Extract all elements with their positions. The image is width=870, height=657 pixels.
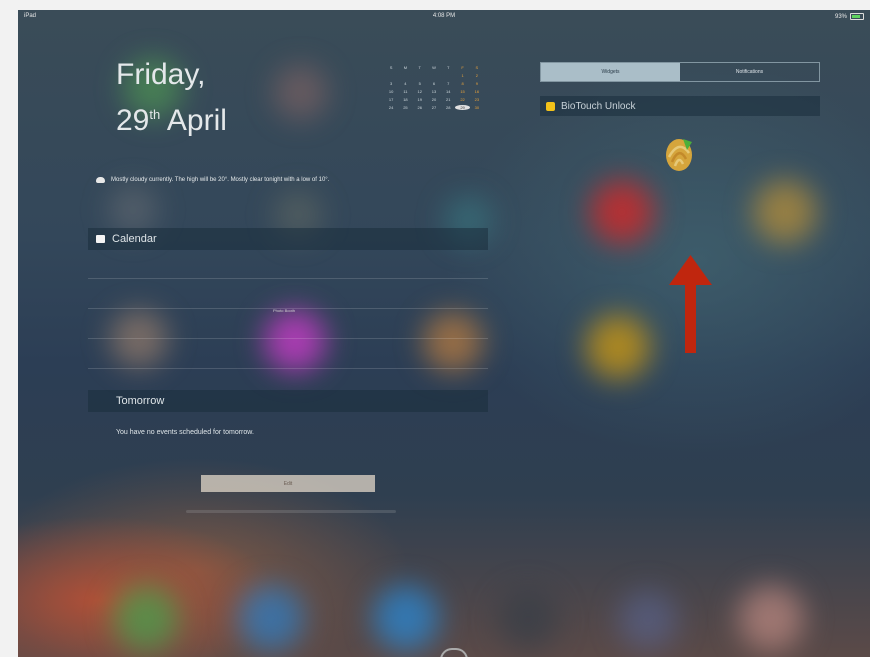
- unlock-app-icon: [546, 101, 555, 111]
- blurred-app-icon: [423, 312, 483, 372]
- calendar-day: 28: [446, 105, 451, 110]
- calendar-day: 19: [417, 97, 422, 102]
- calendar-day: S: [475, 65, 479, 70]
- blurred-app-icon: [753, 180, 817, 244]
- calendar-day: 12: [417, 89, 422, 94]
- blurred-app-icon: [586, 315, 650, 379]
- calendar-day: 4: [404, 81, 407, 86]
- battery-percent: 93%: [834, 13, 847, 20]
- calendar-day: 18: [403, 97, 408, 102]
- blurred-app-icon: [264, 310, 326, 372]
- status-bar: iPad 4:08 PM 93%: [18, 10, 870, 24]
- calendar-day: 20: [431, 97, 437, 102]
- date-label: 29th April: [116, 95, 227, 141]
- calendar-day: 26: [417, 105, 422, 110]
- calendar-day: 25: [403, 105, 408, 110]
- weather-summary: Mostly cloudy currently. The high will b…: [96, 176, 491, 185]
- divider: [88, 338, 488, 339]
- calendar-day: 11: [403, 89, 408, 94]
- calendar-day: M: [403, 65, 408, 70]
- calendar-widget-header[interactable]: Calendar: [88, 228, 488, 250]
- calendar-day: 23: [474, 97, 480, 102]
- calendar-day: 27: [431, 105, 437, 110]
- calendar-day: 3: [390, 81, 393, 86]
- calendar-icon: [96, 235, 105, 243]
- cloud-icon: [96, 177, 105, 183]
- notification-segmented-control: Widgets Notifications: [540, 62, 820, 82]
- edit-footnote: [186, 510, 396, 513]
- calendar-day: 9: [475, 81, 478, 86]
- calendar-widget-title: Calendar: [112, 233, 157, 245]
- calendar-day: [398, 73, 412, 78]
- calendar-day: [413, 73, 427, 78]
- calendar-day: 8: [461, 81, 464, 86]
- blurred-app-icon: [110, 310, 168, 368]
- calendar-day: 5: [418, 81, 421, 86]
- day-suffix: th: [149, 107, 161, 122]
- day-number: 29: [116, 104, 150, 137]
- calendar-day: 22: [460, 97, 465, 102]
- screen: iPad 4:08 PM 93% Friday, 29th April SMTW…: [18, 10, 870, 657]
- calendar-day: F: [461, 65, 464, 70]
- calendar-day: 21: [446, 97, 451, 102]
- calendar-day: T: [418, 65, 421, 70]
- calendar-day: 7: [447, 81, 450, 86]
- month-label: April: [166, 104, 227, 137]
- edit-button[interactable]: Edit: [201, 475, 375, 492]
- weather-text: Mostly cloudy currently. The high will b…: [111, 177, 330, 183]
- blurred-app-icon: [590, 180, 654, 244]
- dock: [18, 563, 870, 657]
- divider: [88, 278, 488, 279]
- calendar-day: [441, 73, 455, 78]
- fingerprint-icon[interactable]: [663, 135, 695, 173]
- calendar-day: 30: [474, 105, 480, 110]
- calendar-day: 24: [388, 105, 394, 110]
- biotouch-widget-title: BioTouch Unlock: [561, 100, 636, 112]
- up-arrow-icon: [669, 255, 712, 353]
- mini-calendar: S M T W T F S 1 2 3 4 5 6 7 8 9 10 11 12 13 14 15 16 17 18 19 20 21…: [384, 65, 484, 110]
- today-date: Friday, 29th April: [116, 55, 227, 141]
- battery-icon: [850, 13, 864, 20]
- calendar-day: [384, 73, 398, 78]
- app-label: Photo Booth: [273, 308, 296, 313]
- calendar-day: 17: [388, 97, 394, 102]
- calendar-day: 6: [432, 81, 436, 86]
- divider: [88, 368, 488, 369]
- calendar-day: [427, 73, 441, 78]
- tomorrow-header: Tomorrow: [88, 390, 488, 412]
- clock: 4:08 PM: [432, 13, 456, 19]
- calendar-day: 15: [460, 89, 465, 94]
- calendar-day: 14: [446, 89, 451, 94]
- tomorrow-title: Tomorrow: [116, 395, 165, 407]
- calendar-day: 13: [431, 89, 437, 94]
- biotouch-widget-header[interactable]: BioTouch Unlock: [540, 96, 820, 116]
- battery-indicator: 93%: [835, 13, 864, 20]
- calendar-day: 2: [475, 73, 478, 78]
- calendar-day: 1: [461, 73, 464, 78]
- calendar-day: 16: [474, 89, 480, 94]
- weekday-label: Friday,: [116, 58, 206, 91]
- tomorrow-text: You have no events scheduled for tomorro…: [116, 429, 254, 436]
- calendar-day: T: [447, 65, 450, 70]
- calendar-day: 10: [388, 89, 394, 94]
- calendar-day: W: [432, 65, 436, 70]
- blurred-app-icon: [273, 65, 328, 120]
- tab-widgets[interactable]: Widgets: [541, 63, 680, 81]
- calendar-day: 29: [455, 105, 470, 110]
- calendar-day: S: [389, 65, 393, 70]
- tab-notifications[interactable]: Notifications: [680, 63, 819, 81]
